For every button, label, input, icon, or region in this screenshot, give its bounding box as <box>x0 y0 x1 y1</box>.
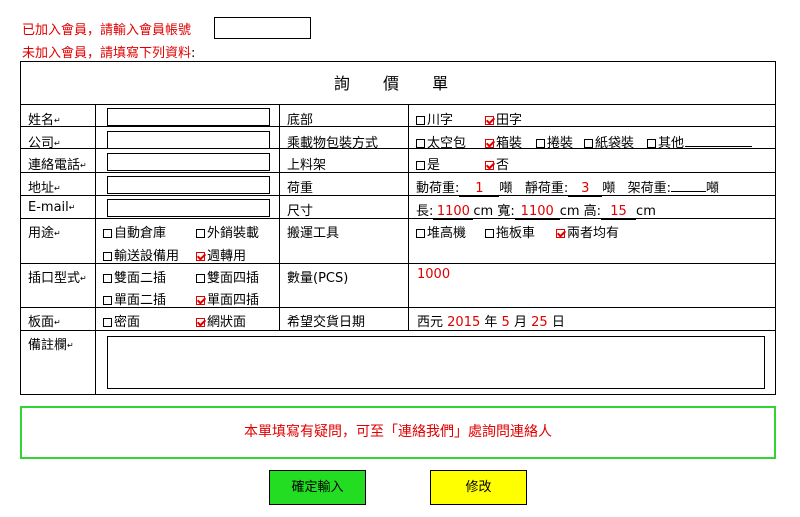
column-divider <box>279 105 280 330</box>
remarks-label: 備註欄↵ <box>28 338 74 353</box>
checkbox-checked-icon[interactable] <box>196 296 205 305</box>
socket-type-label: 插口型式↵ <box>28 271 87 286</box>
dynamic-load-value[interactable]: 1 <box>459 181 500 197</box>
checkbox-checked-icon[interactable] <box>485 116 494 125</box>
size-values: 長: 1100 cm 寬: 1100 cm 高: 15 cm <box>416 204 656 220</box>
height-value[interactable]: 15 <box>601 204 637 220</box>
length-value[interactable]: 1100 <box>433 204 474 220</box>
usage-option-conveyor[interactable]: 輸送設備用 <box>103 245 179 264</box>
checkbox-checked-icon[interactable] <box>196 252 205 261</box>
address-label: 地址↵ <box>28 181 61 196</box>
name-input[interactable] <box>107 108 270 126</box>
panel-label: 板面↵ <box>28 315 61 330</box>
packaging-option-roll[interactable]: 捲裝 <box>536 132 573 151</box>
not-joined-member-label: 未加入會員，請填寫下列資料: <box>22 46 196 61</box>
delivery-month: 5 <box>501 315 510 330</box>
joined-member-label: 已加入會員，請輸入會員帳號 <box>22 23 192 38</box>
column-divider <box>408 105 409 330</box>
checkbox-checked-icon[interactable] <box>196 318 205 327</box>
packaging-option-other[interactable]: 其他 <box>647 132 684 151</box>
checkbox-unchecked-icon[interactable] <box>103 274 112 283</box>
usage-label: 用途↵ <box>28 226 61 241</box>
checkbox-checked-icon[interactable] <box>485 161 494 170</box>
socket-option-double-four[interactable]: 雙面四插 <box>196 267 259 286</box>
socket-option-single-four[interactable]: 單面四插 <box>196 289 259 308</box>
load-values: 動荷重: 1 噸 靜荷重: 3 噸 架荷重: 噸 <box>416 181 720 197</box>
load-label: 荷重 <box>287 181 314 196</box>
checkbox-unchecked-icon[interactable] <box>103 318 112 327</box>
checkbox-unchecked-icon[interactable] <box>416 139 425 148</box>
socket-option-single-two[interactable]: 單面二插 <box>103 289 166 308</box>
confirm-button[interactable]: 確定輸入 <box>269 470 366 505</box>
checkbox-checked-icon[interactable] <box>485 139 494 148</box>
socket-option-double-two[interactable]: 雙面二插 <box>103 267 166 286</box>
bottom-label: 底部 <box>287 113 314 128</box>
quantity-value[interactable]: 1000 <box>417 267 450 282</box>
checkbox-unchecked-icon[interactable] <box>416 116 425 125</box>
checkbox-unchecked-icon[interactable] <box>485 229 494 238</box>
checkbox-unchecked-icon[interactable] <box>584 139 593 148</box>
checkbox-unchecked-icon[interactable] <box>416 161 425 170</box>
name-label: 姓名↵ <box>28 113 61 128</box>
bottom-option-chuan[interactable]: 川字 <box>416 109 453 128</box>
row-divider <box>21 218 775 219</box>
member-account-input[interactable] <box>214 17 311 39</box>
panel-option-mesh[interactable]: 網狀面 <box>196 311 246 330</box>
delivery-year: 2015 <box>447 315 481 330</box>
usage-option-auto-warehouse[interactable]: 自動倉庫 <box>103 222 166 241</box>
static-load-value[interactable]: 3 <box>568 181 603 197</box>
handling-option-forklift[interactable]: 堆高機 <box>416 222 466 241</box>
width-value[interactable]: 1100 <box>514 204 560 220</box>
checkbox-unchecked-icon[interactable] <box>647 139 656 148</box>
checkbox-checked-icon[interactable] <box>556 229 565 238</box>
usage-option-turnover[interactable]: 週轉用 <box>196 245 246 264</box>
phone-label: 連絡電話↵ <box>28 158 87 173</box>
form-title: 詢 價 單 <box>21 62 775 105</box>
checkbox-unchecked-icon[interactable] <box>536 139 545 148</box>
packaging-other-input[interactable] <box>685 146 752 147</box>
handling-option-pallet-truck[interactable]: 拖板車 <box>485 222 535 241</box>
checkbox-unchecked-icon[interactable] <box>103 252 112 261</box>
packaging-option-box[interactable]: 箱裝 <box>485 132 522 151</box>
company-input[interactable] <box>107 131 270 149</box>
inquiry-form: 詢 價 單 姓名↵ 底部 川字 田字 公司↵ 乘載物包裝方式 太空包 箱裝 捲裝… <box>20 61 776 395</box>
email-input[interactable] <box>107 199 270 217</box>
checkbox-unchecked-icon[interactable] <box>103 229 112 238</box>
delivery-day: 25 <box>531 315 548 330</box>
phone-input[interactable] <box>107 153 270 171</box>
column-divider <box>95 105 96 395</box>
handling-option-both[interactable]: 兩者均有 <box>556 222 619 241</box>
row-divider <box>21 126 775 127</box>
size-label: 尺寸 <box>287 204 314 219</box>
notice-box: 本單填寫有疑問，可至「連絡我們」處詢問連絡人 <box>20 406 776 459</box>
packaging-option-bulk-bag[interactable]: 太空包 <box>416 132 466 151</box>
panel-option-solid[interactable]: 密面 <box>103 311 140 330</box>
quantity-label: 數量(PCS) <box>287 271 349 286</box>
modify-button[interactable]: 修改 <box>430 470 527 505</box>
email-label: E-mail↵ <box>28 200 76 215</box>
checkbox-unchecked-icon[interactable] <box>196 229 205 238</box>
remarks-textarea[interactable] <box>107 336 765 389</box>
bottom-option-tian[interactable]: 田字 <box>485 109 522 128</box>
row-divider <box>21 172 775 173</box>
delivery-date-label: 希望交貨日期 <box>287 315 366 330</box>
handling-label: 搬運工具 <box>287 226 340 241</box>
company-label: 公司↵ <box>28 136 61 151</box>
rack-label: 上料架 <box>287 158 327 173</box>
rack-option-yes[interactable]: 是 <box>416 154 440 173</box>
rack-load-value[interactable] <box>671 191 707 192</box>
checkbox-unchecked-icon[interactable] <box>416 229 425 238</box>
address-input[interactable] <box>107 176 270 194</box>
checkbox-unchecked-icon[interactable] <box>196 274 205 283</box>
checkbox-unchecked-icon[interactable] <box>103 296 112 305</box>
packaging-label: 乘載物包裝方式 <box>287 136 379 151</box>
delivery-date-value[interactable]: 西元 2015 年 5 月 25 日 <box>417 311 565 330</box>
row-divider <box>21 330 775 331</box>
rack-option-no[interactable]: 否 <box>485 154 509 173</box>
packaging-option-paper-bag[interactable]: 紙袋裝 <box>584 132 634 151</box>
usage-option-export[interactable]: 外銷裝載 <box>196 222 259 241</box>
